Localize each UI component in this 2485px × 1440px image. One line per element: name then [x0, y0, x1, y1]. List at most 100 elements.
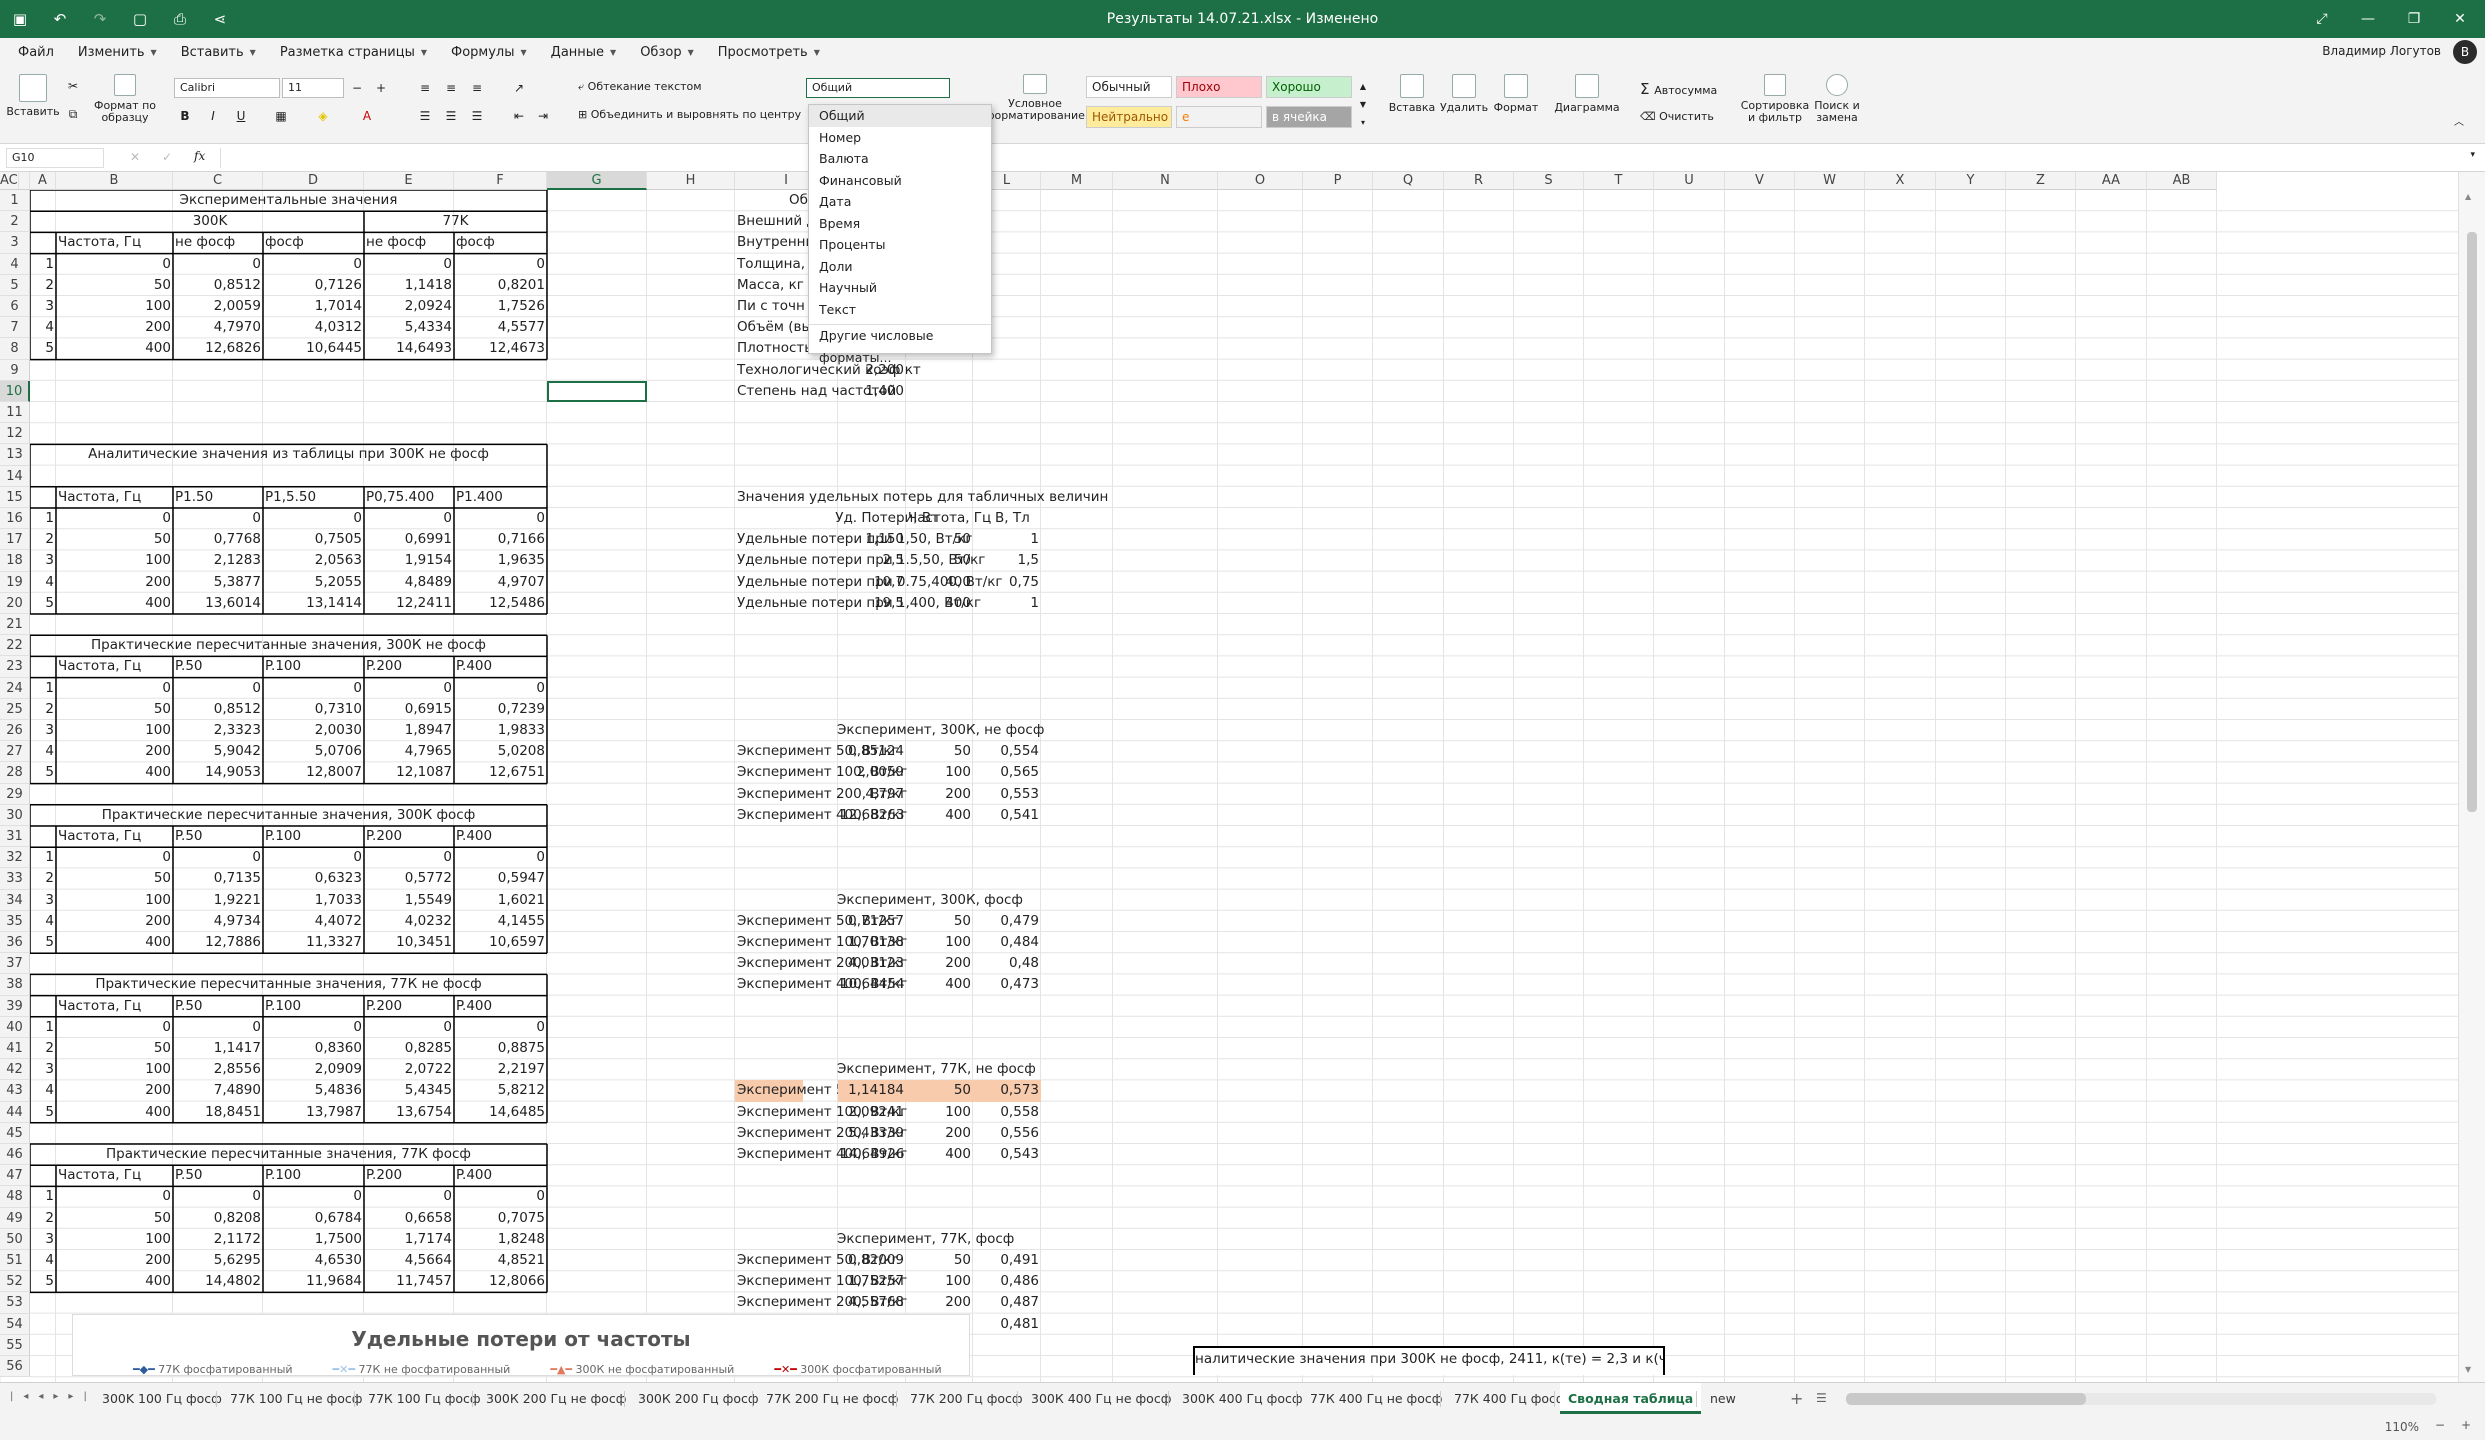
table-cell[interactable]: 0 — [263, 847, 364, 868]
row-header[interactable]: 1 — [0, 190, 30, 212]
table-cell[interactable]: 4,4072 — [263, 911, 364, 932]
table-title[interactable]: Аналитические значения из таблицы при 30… — [30, 444, 547, 465]
table-cell[interactable]: 1,1418 — [364, 275, 454, 296]
table-cell[interactable]: 5,8212 — [454, 1080, 547, 1101]
column-header[interactable]: U — [1654, 172, 1725, 190]
column-label[interactable]: P.50 — [173, 1165, 263, 1186]
table-cell[interactable]: 0 — [364, 678, 454, 699]
column-label[interactable]: не фосф — [364, 232, 454, 253]
row-index[interactable]: 5 — [30, 1102, 56, 1123]
format-option-more[interactable]: Другие числовые форматы... — [809, 324, 991, 365]
style-check-cell[interactable]: в ячейка — [1266, 106, 1352, 128]
row-index[interactable]: 4 — [30, 317, 56, 338]
row-header[interactable]: 28 — [0, 762, 30, 784]
delete-cells-button[interactable]: Удалить — [1438, 74, 1490, 114]
menu-data[interactable]: Данные ▼ — [539, 38, 629, 66]
row-header[interactable]: 20 — [0, 592, 30, 614]
menu-formulas[interactable]: Формулы ▼ — [439, 38, 539, 66]
formula-input[interactable] — [220, 148, 2460, 168]
row-header[interactable]: 11 — [0, 402, 30, 424]
table-cell[interactable]: 400 — [56, 1102, 173, 1123]
increase-font-icon[interactable]: + — [370, 78, 392, 98]
column-label[interactable]: Частота, Гц — [56, 826, 173, 847]
column-label[interactable]: P.50 — [173, 826, 263, 847]
format-option-scientific[interactable]: Научный — [809, 277, 991, 299]
table-cell[interactable]: 13,1414 — [263, 593, 364, 614]
table-cell[interactable]: 18,8451 — [173, 1102, 263, 1123]
column-label[interactable]: P.400 — [454, 1165, 547, 1186]
table-cell[interactable]: 0 — [173, 508, 263, 529]
table-cell[interactable]: 12,8007 — [263, 762, 364, 783]
clear-button[interactable]: ⌫ Очистить — [1640, 110, 1714, 123]
table-cell[interactable]: 0,556 — [973, 1123, 1041, 1144]
column-label[interactable]: фосф — [263, 232, 364, 253]
row-header[interactable]: 24 — [0, 677, 30, 699]
copy-icon[interactable]: ⧉ — [62, 104, 84, 124]
column-label[interactable]: P1.400 — [454, 487, 547, 508]
table-cell[interactable]: 13,7987 — [263, 1102, 364, 1123]
table-cell[interactable]: 1,7014 — [263, 296, 364, 317]
column-header[interactable]: N — [1113, 172, 1218, 190]
column-label[interactable]: не фосф — [173, 232, 263, 253]
row-header[interactable]: 31 — [0, 826, 30, 848]
row-header[interactable]: 44 — [0, 1101, 30, 1123]
table-cell[interactable]: 1,9221 — [173, 890, 263, 911]
table-cell[interactable]: 5,4334 — [364, 317, 454, 338]
table-cell[interactable]: 50 — [906, 741, 973, 762]
table-cell[interactable]: 0,491 — [973, 1250, 1041, 1271]
table-cell[interactable]: 1,9833 — [454, 720, 547, 741]
row-header[interactable]: 5 — [0, 274, 30, 296]
row-index[interactable]: 5 — [30, 1271, 56, 1292]
format-option-fraction[interactable]: Доли — [809, 256, 991, 278]
table-cell[interactable]: 4,8521 — [454, 1250, 547, 1271]
table-cell[interactable]: 1,70138 — [838, 932, 906, 953]
sheet-tab[interactable]: 300К 400 Гц фосф — [1174, 1383, 1311, 1414]
column-header[interactable]: Q — [1373, 172, 1444, 190]
row-header[interactable]: 42 — [0, 1059, 30, 1081]
text-box[interactable]: налитические значения при 300К не фосф, … — [1193, 1346, 1665, 1375]
table-cell[interactable]: 0 — [454, 254, 547, 275]
sheet-tab[interactable]: 300K 100 Гц фосф — [94, 1383, 230, 1414]
table-cell[interactable]: 2,09241 — [838, 1102, 906, 1123]
column-header[interactable]: AB — [2147, 172, 2217, 190]
row-header[interactable]: 25 — [0, 698, 30, 720]
row-label[interactable]: Эксперимент 200, Вт/кг — [735, 1292, 907, 1313]
conditional-format-button[interactable]: Условное форматирование — [985, 74, 1085, 122]
table-cell[interactable]: 10,6597 — [454, 932, 547, 953]
table-cell[interactable]: 0,8875 — [454, 1038, 547, 1059]
table-cell[interactable]: 100 — [56, 1229, 173, 1250]
styles-expand-icon[interactable]: ▾ — [1352, 112, 1374, 132]
row-header[interactable]: 35 — [0, 910, 30, 932]
row-header[interactable]: 26 — [0, 720, 30, 742]
sheet-tab[interactable]: Сводная таблица — [1560, 1383, 1702, 1414]
table-cell[interactable]: 5,43339 — [838, 1123, 906, 1144]
menu-view[interactable]: Просмотреть ▼ — [706, 38, 832, 66]
table-cell[interactable]: 0,486 — [973, 1271, 1041, 1292]
table-cell[interactable]: 5,2055 — [263, 572, 364, 593]
row-header[interactable]: 46 — [0, 1144, 30, 1166]
share-icon[interactable]: ⋖ — [200, 0, 240, 38]
borders-icon[interactable]: ▦ — [270, 106, 292, 126]
font-name-select[interactable]: Calibri — [174, 78, 280, 98]
row-header[interactable]: 21 — [0, 614, 30, 636]
row-header[interactable]: 53 — [0, 1292, 30, 1314]
row-index[interactable]: 1 — [30, 678, 56, 699]
sheet-tab[interactable]: 77К 400 Гц фосф — [1446, 1383, 1575, 1414]
row-header[interactable]: 29 — [0, 783, 30, 805]
format-option-percent[interactable]: Проценты — [809, 234, 991, 256]
sheet-list-icon[interactable]: ☰ — [1816, 1391, 1827, 1405]
row-header[interactable]: 49 — [0, 1207, 30, 1229]
row-index[interactable]: 3 — [30, 296, 56, 317]
table-cell[interactable]: 13,6014 — [173, 593, 263, 614]
table-cell[interactable]: 0 — [263, 678, 364, 699]
table-cell[interactable]: 0 — [364, 1017, 454, 1038]
row-label[interactable]: Эксперимент 400, Вт/кг — [735, 805, 907, 826]
confirm-icon[interactable]: ✓ — [162, 150, 172, 164]
table-cell[interactable]: 0 — [454, 1186, 547, 1207]
table-cell[interactable]: 1,6021 — [454, 890, 547, 911]
cancel-icon[interactable]: ✕ — [130, 150, 140, 164]
column-label[interactable]: Частота, Гц — [906, 508, 991, 529]
scroll-up-icon[interactable]: ▲ — [2465, 192, 2471, 201]
table-cell[interactable]: 0 — [364, 847, 454, 868]
table-cell[interactable]: 2,5 — [838, 550, 906, 571]
